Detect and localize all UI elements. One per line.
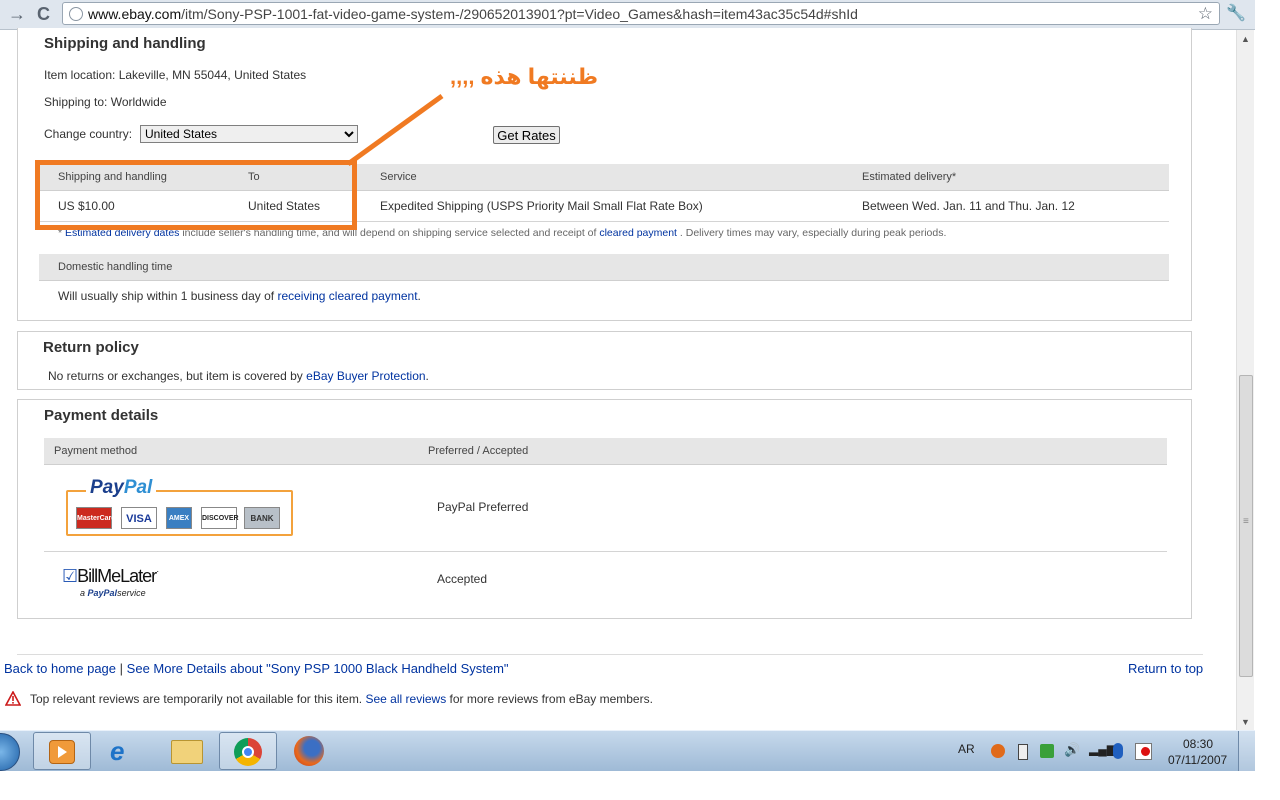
discover-icon: DISCOVER — [201, 507, 239, 529]
domestic-handling-text: Will usually ship within 1 business day … — [58, 289, 421, 303]
windows-taskbar: e AR 🔊 ▂▄▆ 08:30 07/11/2007 — [0, 730, 1256, 771]
shipping-to: Shipping to: Worldwide — [44, 95, 167, 109]
taskbar-internet-explorer[interactable]: e — [96, 732, 154, 770]
scroll-down-arrow-icon[interactable]: ▼ — [1241, 717, 1250, 727]
row-divider — [44, 551, 1167, 552]
wrench-menu-icon[interactable]: 🔧 — [1226, 3, 1246, 23]
paypal-status: PayPal Preferred — [437, 500, 529, 514]
taskbar-media-player[interactable] — [33, 732, 91, 770]
back-to-home-link[interactable]: Back to home page — [4, 661, 116, 676]
col-header-payment-method: Payment method — [54, 445, 138, 457]
get-rates-button[interactable]: Get Rates — [493, 126, 560, 144]
checkmark-icon: ☑ — [62, 566, 78, 586]
amex-icon: AMEX — [166, 507, 192, 529]
page-globe-icon — [69, 7, 83, 21]
bluetooth-icon[interactable] — [1113, 743, 1123, 759]
bank-icon: BANK — [244, 507, 280, 529]
power-icon[interactable] — [1135, 743, 1152, 760]
billmelater-subtext: a PayPalservice — [80, 588, 146, 598]
domestic-handling-header-bar — [39, 254, 1169, 281]
tray-app-icon[interactable] — [991, 744, 1005, 758]
paypal-logo-text: PayPal — [86, 477, 157, 499]
start-button-icon[interactable] — [0, 733, 20, 771]
country-select[interactable]: United States — [140, 125, 358, 143]
taskbar-firefox[interactable] — [281, 732, 339, 770]
annotation-pointer-line — [346, 93, 444, 167]
see-more-details-link[interactable]: See More Details about "Sony PSP 1000 Bl… — [127, 661, 509, 676]
footer-divider — [17, 654, 1203, 655]
annotation-highlight-box — [35, 160, 357, 230]
grip-icon: ≡ — [1243, 516, 1249, 527]
folder-icon — [171, 740, 203, 764]
chrome-icon — [234, 738, 262, 766]
billmelater-status: Accepted — [437, 572, 488, 586]
url-text[interactable]: www.ebay.com/itm/Sony-PSP-1001-fat-video… — [88, 6, 858, 22]
footer-links: Back to home page | See More Details abo… — [4, 661, 509, 676]
annotation-text: ظننتها هذه ,,,, — [450, 64, 599, 89]
domestic-handling-header: Domestic handling time — [58, 261, 173, 273]
change-country-label: Change country: — [44, 127, 133, 141]
firefox-icon — [294, 736, 324, 766]
action-center-icon[interactable] — [1040, 744, 1054, 758]
col-header-delivery: Estimated delivery* — [862, 171, 957, 183]
scrollbar-thumb[interactable]: ≡ — [1239, 375, 1253, 677]
billmelater-logo-text: ☑BillMeLater· — [62, 566, 159, 586]
col-header-preferred: Preferred / Accepted — [428, 445, 529, 457]
return-policy-title: Return policy — [43, 339, 139, 356]
ebay-buyer-protection-link[interactable]: eBay Buyer Protection — [306, 369, 425, 383]
estimated-delivery: Between Wed. Jan. 11 and Thu. Jan. 12 — [862, 199, 1075, 213]
language-indicator[interactable]: AR — [958, 742, 975, 756]
show-desktop-button[interactable] — [1238, 731, 1256, 771]
taskbar-explorer[interactable] — [158, 732, 216, 770]
network-icon[interactable]: ▂▄▆ — [1089, 742, 1116, 756]
forward-button-icon[interactable]: → — [8, 4, 26, 25]
bookmark-star-icon[interactable]: ☆ — [1198, 4, 1213, 24]
volume-icon[interactable]: 🔊 — [1064, 742, 1080, 758]
clock-time[interactable]: 08:30 — [1183, 737, 1213, 751]
scroll-up-arrow-icon[interactable]: ▲ — [1241, 34, 1250, 44]
cleared-payment-link[interactable]: cleared payment — [599, 227, 677, 239]
return-policy-text: No returns or exchanges, but item is cov… — [48, 369, 429, 383]
payment-table-header — [44, 438, 1167, 465]
battery-icon[interactable] — [1018, 744, 1028, 760]
payment-details-title: Payment details — [44, 407, 159, 424]
media-player-icon — [49, 740, 75, 764]
vertical-scrollbar[interactable]: ▲ ≡ ▼ — [1236, 30, 1254, 730]
reload-button-icon[interactable]: C — [37, 4, 50, 25]
billmelater-logo: ☑BillMeLater· a PayPalservice — [62, 560, 192, 604]
shipping-service: Expedited Shipping (USPS Priority Mail S… — [380, 199, 703, 213]
taskbar-chrome[interactable] — [219, 732, 277, 770]
paypal-logo: PayPal MasterCard VISA AMEX DISCOVER BAN… — [66, 477, 293, 536]
browser-toolbar: → C www.ebay.com/itm/Sony-PSP-1001-fat-v… — [0, 0, 1255, 30]
address-bar[interactable]: www.ebay.com/itm/Sony-PSP-1001-fat-video… — [62, 2, 1220, 25]
visa-icon: VISA — [121, 507, 157, 529]
clock-date[interactable]: 07/11/2007 — [1168, 753, 1227, 767]
return-to-top-link[interactable]: Return to top — [1128, 661, 1203, 676]
internet-explorer-icon: e — [110, 736, 125, 766]
shipping-title: Shipping and handling — [44, 35, 206, 52]
receiving-cleared-payment-link[interactable]: receiving cleared payment — [277, 289, 417, 303]
see-all-reviews-link[interactable]: See all reviews — [366, 692, 447, 706]
warning-icon — [5, 691, 21, 706]
col-header-service: Service — [380, 171, 417, 183]
mastercard-icon: MasterCard — [76, 507, 116, 529]
annotation-line — [346, 93, 444, 167]
reviews-notice: Top relevant reviews are temporarily not… — [30, 692, 653, 706]
item-location: Item location: Lakeville, MN 55044, Unit… — [44, 68, 307, 82]
